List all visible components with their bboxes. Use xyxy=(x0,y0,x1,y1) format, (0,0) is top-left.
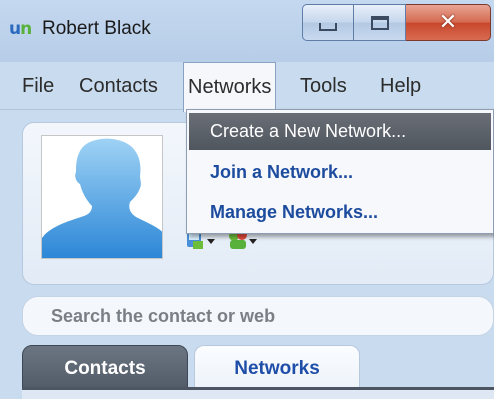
networks-dropdown-menu: Create a New Network... Join a Network..… xyxy=(186,109,494,234)
menu-item-manage-networks[interactable]: Manage Networks... xyxy=(187,194,493,231)
menu-item-join-network[interactable]: Join a Network... xyxy=(187,154,493,191)
search-input[interactable]: Search the contact or web xyxy=(22,296,494,336)
menu-file[interactable]: File xyxy=(21,62,55,110)
window-controls: ✕ xyxy=(302,4,491,41)
menu-networks[interactable]: Networks xyxy=(183,62,277,112)
menu-tools[interactable]: Tools xyxy=(299,62,348,110)
minimize-button[interactable] xyxy=(302,4,354,41)
minimize-icon xyxy=(319,22,337,31)
menu-contacts[interactable]: Contacts xyxy=(78,62,159,110)
close-icon: ✕ xyxy=(438,10,458,35)
search-placeholder: Search the contact or web xyxy=(51,306,276,326)
menu-item-create-network[interactable]: Create a New Network... xyxy=(189,113,491,150)
tab-content xyxy=(22,387,494,399)
window-title: Robert Black xyxy=(42,18,151,39)
menu-help[interactable]: Help xyxy=(379,62,422,110)
app-logo-icon: un xyxy=(9,19,32,39)
person-silhouette-icon xyxy=(42,138,162,258)
avatar[interactable] xyxy=(41,135,163,259)
maximize-button[interactable] xyxy=(354,4,406,41)
close-button[interactable]: ✕ xyxy=(406,4,491,41)
maximize-icon xyxy=(370,15,389,30)
menu-bar: File Contacts Networks Tools Help xyxy=(0,62,494,112)
title-bar: un Robert Black ✕ xyxy=(0,0,494,62)
